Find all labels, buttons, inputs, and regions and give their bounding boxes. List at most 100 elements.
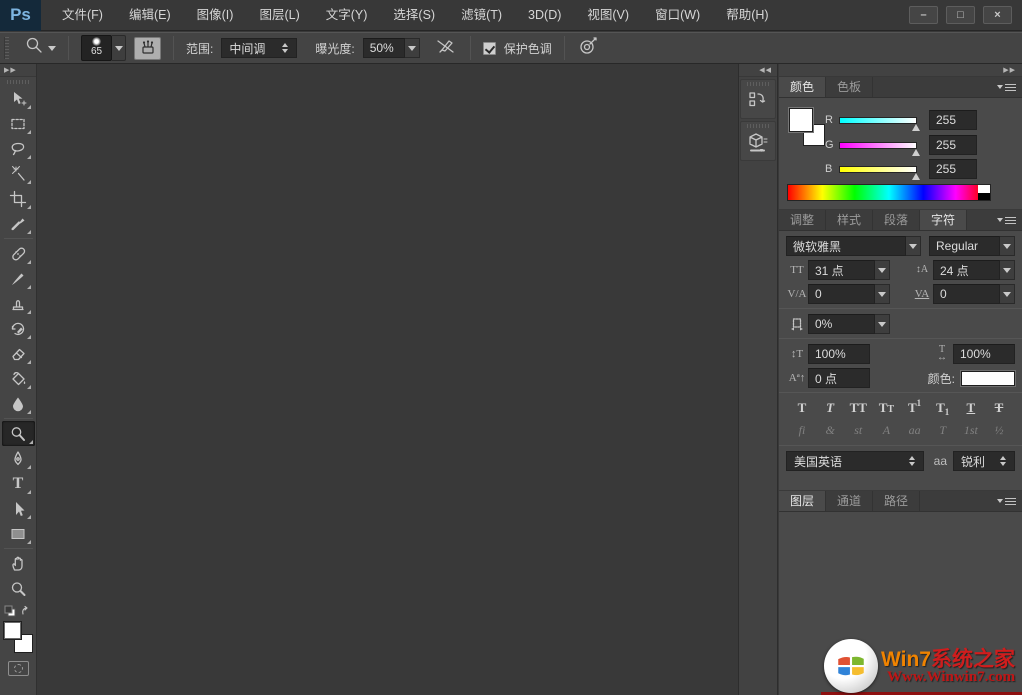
ordinals-button[interactable]: 1st: [959, 423, 983, 439]
3d-panel-button[interactable]: [740, 121, 776, 161]
menu-image[interactable]: 图像(I): [184, 0, 247, 31]
menu-view[interactable]: 视图(V): [574, 0, 642, 31]
eraser-tool[interactable]: [4, 341, 33, 366]
exposure-dropdown[interactable]: [405, 38, 420, 58]
path-selection-tool[interactable]: [4, 496, 33, 521]
toggle-brush-panel-button[interactable]: [134, 37, 161, 60]
tab-channels[interactable]: 通道: [826, 491, 873, 511]
brush-tool[interactable]: [4, 266, 33, 291]
red-slider-thumb[interactable]: [912, 124, 920, 131]
tab-swatches[interactable]: 色板: [826, 77, 873, 97]
spectrum-black-swatch[interactable]: [978, 193, 990, 200]
dock-expand-button[interactable]: ◀◀: [739, 64, 777, 77]
brush-picker-dropdown[interactable]: [112, 35, 126, 61]
document-canvas-area[interactable]: [38, 64, 738, 695]
blur-tool[interactable]: [4, 391, 33, 416]
dodge-tool[interactable]: [2, 421, 35, 446]
subscript-button[interactable]: T1: [931, 400, 955, 419]
panel-menu-icon[interactable]: [997, 491, 1022, 511]
foreground-color-swatch[interactable]: [3, 621, 22, 640]
crop-tool[interactable]: [4, 186, 33, 211]
tracking-select[interactable]: 0: [933, 284, 1015, 304]
menu-layer[interactable]: 图层(L): [246, 0, 312, 31]
spot-healing-brush-tool[interactable]: [4, 241, 33, 266]
maximize-button[interactable]: □: [946, 6, 975, 24]
color-spectrum-ramp[interactable]: [787, 184, 991, 201]
anti-alias-select[interactable]: 锐利: [953, 451, 1015, 471]
strikethrough-button[interactable]: T: [987, 400, 1011, 419]
stylistic-alternates-button[interactable]: aa: [903, 423, 927, 439]
fractions-button[interactable]: ½: [987, 423, 1011, 439]
history-panel-button[interactable]: [740, 79, 776, 119]
menu-3d[interactable]: 3D(D): [515, 0, 574, 31]
ligatures-button[interactable]: fi: [790, 423, 814, 439]
faux-bold-button[interactable]: T: [790, 400, 814, 419]
vertical-scale-input[interactable]: 100%: [808, 344, 870, 364]
lasso-tool[interactable]: [4, 136, 33, 161]
menu-help[interactable]: 帮助(H): [713, 0, 781, 31]
leading-select[interactable]: 24 点: [933, 260, 1015, 280]
superscript-button[interactable]: T1: [903, 400, 927, 419]
contextual-alternates-button[interactable]: &: [818, 423, 842, 439]
red-slider[interactable]: [839, 117, 917, 124]
menu-filter[interactable]: 滤镜(T): [448, 0, 515, 31]
proportional-spacing-select[interactable]: 0%: [808, 314, 890, 334]
tab-paths[interactable]: 路径: [873, 491, 920, 511]
pen-tool[interactable]: [4, 446, 33, 471]
tablet-pressure-icon[interactable]: [577, 35, 601, 62]
tab-character[interactable]: 字符: [920, 210, 967, 230]
tab-styles[interactable]: 样式: [826, 210, 873, 230]
toolbar-collapse-button[interactable]: ▶▶: [0, 64, 36, 77]
paint-bucket-tool[interactable]: [4, 366, 33, 391]
baseline-shift-input[interactable]: 0 点: [808, 368, 870, 388]
rectangle-tool[interactable]: [4, 521, 33, 546]
eyedropper-tool[interactable]: [4, 211, 33, 236]
green-slider-thumb[interactable]: [912, 149, 920, 156]
hand-tool[interactable]: [4, 551, 33, 576]
discretionary-ligatures-button[interactable]: st: [846, 423, 870, 439]
menu-window[interactable]: 窗口(W): [642, 0, 713, 31]
range-select[interactable]: 中间调: [221, 38, 297, 58]
blue-value-input[interactable]: 255: [929, 159, 977, 179]
move-tool[interactable]: [4, 86, 33, 111]
menu-type[interactable]: 文字(Y): [313, 0, 381, 31]
horizontal-scale-input[interactable]: 100%: [953, 344, 1015, 364]
blue-slider-thumb[interactable]: [912, 173, 920, 180]
titling-alternates-button[interactable]: T: [931, 423, 955, 439]
quick-mask-button[interactable]: [8, 661, 29, 676]
brush-preset-picker[interactable]: 65: [81, 35, 126, 61]
stepper-icon[interactable]: [277, 39, 292, 57]
tab-paragraph[interactable]: 段落: [873, 210, 920, 230]
language-select[interactable]: 美国英语: [786, 451, 924, 471]
tab-color[interactable]: 颜色: [779, 77, 826, 97]
menu-file[interactable]: 文件(F): [49, 0, 116, 31]
panel-foreground-swatch[interactable]: [789, 108, 813, 132]
tab-adjustments[interactable]: 调整: [779, 210, 826, 230]
panel-menu-icon[interactable]: [997, 210, 1022, 230]
red-value-input[interactable]: 255: [929, 110, 977, 130]
panel-menu-icon[interactable]: [997, 77, 1022, 97]
protect-tones-checkbox[interactable]: [483, 42, 496, 55]
green-slider[interactable]: [839, 142, 917, 149]
tool-preset-picker[interactable]: [23, 35, 56, 62]
small-caps-button[interactable]: TT: [874, 400, 898, 419]
menu-select[interactable]: 选择(S): [380, 0, 448, 31]
spectrum-white-swatch[interactable]: [978, 185, 990, 193]
blue-slider[interactable]: [839, 166, 917, 173]
exposure-input[interactable]: 50%: [363, 38, 405, 58]
minimize-button[interactable]: –: [909, 6, 938, 24]
kerning-select[interactable]: 0: [808, 284, 890, 304]
text-color-swatch[interactable]: [961, 371, 1015, 386]
brush-preview[interactable]: 65: [81, 35, 112, 61]
toolbar-grip[interactable]: [7, 80, 29, 84]
font-size-select[interactable]: 31 点: [808, 260, 890, 280]
swash-button[interactable]: A: [874, 423, 898, 439]
magic-wand-tool[interactable]: [4, 161, 33, 186]
clone-stamp-tool[interactable]: [4, 291, 33, 316]
menu-edit[interactable]: 编辑(E): [116, 0, 184, 31]
font-family-select[interactable]: 微软雅黑: [786, 236, 921, 256]
green-value-input[interactable]: 255: [929, 135, 977, 155]
all-caps-button[interactable]: TT: [846, 400, 870, 419]
font-style-select[interactable]: Regular: [929, 236, 1015, 256]
faux-italic-button[interactable]: T: [818, 400, 842, 419]
